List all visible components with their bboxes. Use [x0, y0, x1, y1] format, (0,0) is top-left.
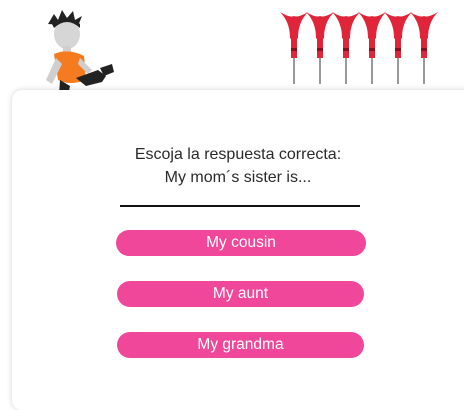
question-prompt: Escoja la respuesta correcta: My mom´s s… [0, 143, 464, 189]
option-button-my-grandma[interactable]: My grandma [117, 332, 364, 358]
option-button-my-cousin[interactable]: My cousin [116, 230, 366, 256]
darts-row-icon [280, 12, 438, 84]
answer-divider [120, 205, 360, 207]
option-button-my-aunt[interactable]: My aunt [117, 281, 364, 307]
question-sentence: My mom´s sister is... [164, 169, 312, 186]
instruction-text: Escoja la respuesta correcta: [134, 146, 342, 163]
